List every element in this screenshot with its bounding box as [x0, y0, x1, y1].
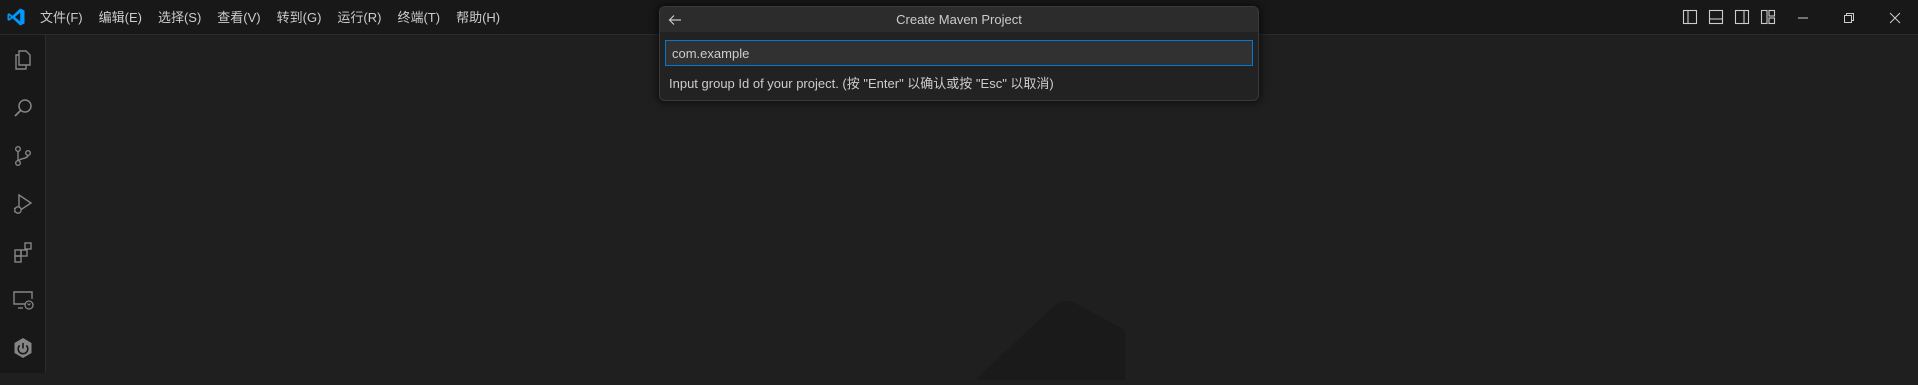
quick-input-title: Create Maven Project — [896, 12, 1022, 27]
explorer-icon[interactable] — [0, 39, 46, 81]
menu-terminal[interactable]: 终端(T) — [389, 6, 448, 30]
minimize-icon[interactable] — [1780, 0, 1826, 35]
menu-selection[interactable]: 选择(S) — [150, 6, 209, 30]
toggle-secondary-sidebar-icon[interactable] — [1733, 8, 1751, 26]
search-icon[interactable] — [0, 87, 46, 129]
quick-input-widget: Create Maven Project Input group Id of y… — [659, 6, 1259, 101]
menu-go[interactable]: 转到(G) — [269, 6, 330, 30]
spring-boot-icon[interactable] — [0, 327, 46, 369]
toggle-primary-sidebar-icon[interactable] — [1681, 8, 1699, 26]
remote-explorer-icon[interactable] — [0, 279, 46, 321]
extensions-icon[interactable] — [0, 231, 46, 273]
customize-layout-icon[interactable] — [1759, 8, 1777, 26]
vscode-logo-icon — [6, 7, 26, 27]
quick-input-header: Create Maven Project — [660, 7, 1258, 32]
menu-view[interactable]: 查看(V) — [209, 6, 268, 30]
run-and-debug-icon[interactable] — [0, 183, 46, 225]
menu-run[interactable]: 运行(R) — [329, 6, 389, 30]
arrow-left-icon[interactable] — [664, 9, 686, 31]
activity-bar — [0, 35, 46, 373]
menu-help[interactable]: 帮助(H) — [448, 6, 508, 30]
close-icon[interactable] — [1872, 0, 1918, 35]
menu-edit[interactable]: 编辑(E) — [91, 6, 150, 30]
group-id-input[interactable] — [665, 40, 1253, 66]
toggle-panel-icon[interactable] — [1707, 8, 1725, 26]
vscode-watermark-icon — [975, 300, 1135, 385]
menu-bar: 文件(F) 编辑(E) 选择(S) 查看(V) 转到(G) 运行(R) 终端(T… — [32, 0, 508, 35]
source-control-icon[interactable] — [0, 135, 46, 177]
quick-input-message: Input group Id of your project. (按 "Ente… — [669, 76, 1054, 91]
menu-file[interactable]: 文件(F) — [32, 6, 91, 30]
restore-icon[interactable] — [1826, 0, 1872, 35]
